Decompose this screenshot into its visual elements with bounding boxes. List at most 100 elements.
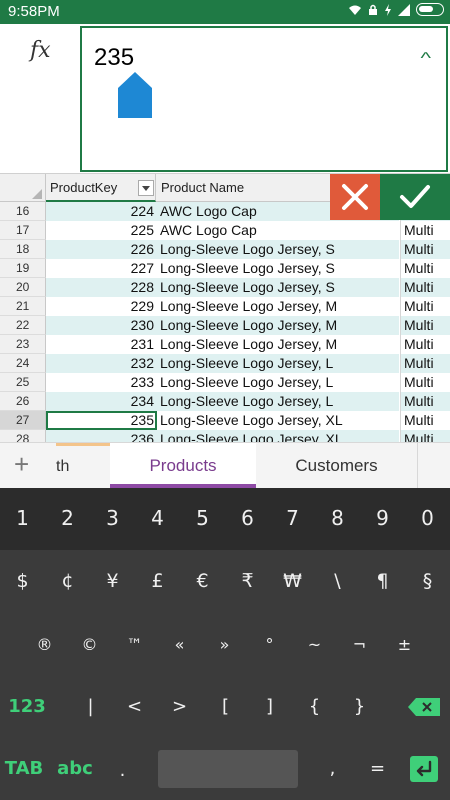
cursor-handle-icon[interactable]	[118, 72, 152, 118]
row-number[interactable]: 19	[0, 259, 46, 278]
key-2[interactable]: 2	[45, 506, 90, 530]
formula-input[interactable]: 235 ^	[80, 26, 448, 172]
cell-productname[interactable]: Long-Sleeve Logo Jersey, L	[157, 354, 399, 373]
cell-productname[interactable]: Long-Sleeve Logo Jersey, M	[157, 335, 399, 354]
key-less-than[interactable]: <	[112, 696, 157, 717]
add-sheet-button[interactable]: +	[14, 449, 29, 480]
tab-products[interactable]: Products	[110, 443, 256, 489]
cell-productname[interactable]: Long-Sleeve Logo Jersey, L	[157, 373, 399, 392]
cell-productkey[interactable]: 227	[46, 259, 157, 278]
key-dollar[interactable]: $	[0, 570, 45, 592]
key-8[interactable]: 8	[315, 506, 360, 530]
key-5[interactable]: 5	[180, 506, 225, 530]
cell-extra[interactable]: Multi	[400, 297, 450, 316]
row-number[interactable]: 16	[0, 202, 46, 221]
function-icon[interactable]: fx	[30, 38, 51, 63]
row-number[interactable]: 18	[0, 240, 46, 259]
key-trademark[interactable]: ™	[112, 635, 157, 654]
cell-productkey[interactable]: 236	[46, 430, 157, 442]
cell-productkey[interactable]: 231	[46, 335, 157, 354]
cell-productname[interactable]: Long-Sleeve Logo Jersey, XL	[157, 411, 399, 430]
row-number[interactable]: 17	[0, 221, 46, 240]
key-equals[interactable]: =	[355, 758, 400, 779]
cell-productname[interactable]: Long-Sleeve Logo Jersey, S	[157, 278, 399, 297]
selected-cell[interactable]: 235	[46, 411, 157, 430]
row-number[interactable]: 21	[0, 297, 46, 316]
key-right-brace[interactable]: }	[337, 696, 382, 717]
space-key[interactable]	[158, 750, 298, 788]
cell-extra[interactable]: Multi	[400, 278, 450, 297]
key-copyright[interactable]: ©	[67, 635, 112, 654]
tab-customers[interactable]: Customers	[256, 443, 418, 489]
row-number[interactable]: 25	[0, 373, 46, 392]
cell-extra[interactable]: Multi	[400, 221, 450, 240]
cell-extra[interactable]: Multi	[400, 354, 450, 373]
key-won[interactable]: ₩	[270, 570, 315, 592]
key-left-guillemet[interactable]: «	[157, 635, 202, 654]
key-backslash[interactable]: \	[315, 570, 360, 592]
cancel-button[interactable]	[330, 174, 380, 220]
key-cent[interactable]: ¢	[45, 570, 90, 592]
key-1[interactable]: 1	[0, 506, 45, 530]
row-number[interactable]: 24	[0, 354, 46, 373]
key-greater-than[interactable]: >	[157, 696, 202, 717]
key-degree[interactable]: °	[247, 635, 292, 654]
cell-productkey[interactable]: 233	[46, 373, 157, 392]
cell-productname[interactable]: Long-Sleeve Logo Jersey, XL	[157, 430, 399, 442]
row-number[interactable]: 26	[0, 392, 46, 411]
row-number[interactable]: 22	[0, 316, 46, 335]
collapse-chevron-icon[interactable]: ^	[421, 50, 432, 68]
key-tilde[interactable]: ~	[292, 635, 337, 654]
key-section[interactable]: §	[405, 570, 450, 592]
key-comma[interactable]: ,	[310, 758, 355, 779]
cell-extra[interactable]: Multi	[400, 411, 450, 430]
accept-button[interactable]	[380, 174, 450, 220]
cell-productname[interactable]: Long-Sleeve Logo Jersey, S	[157, 259, 399, 278]
row-number[interactable]: 28	[0, 430, 46, 442]
key-tab[interactable]: TAB	[2, 758, 46, 779]
formula-value[interactable]: 235	[94, 44, 134, 72]
cell-extra[interactable]: Multi	[400, 316, 450, 335]
key-4[interactable]: 4	[135, 506, 180, 530]
cell-productname[interactable]: Long-Sleeve Logo Jersey, M	[157, 297, 399, 316]
cell-extra[interactable]: Multi	[400, 240, 450, 259]
key-registered[interactable]: ®	[22, 635, 67, 654]
cell-productkey[interactable]: 232	[46, 354, 157, 373]
key-123-mode[interactable]: 123	[2, 696, 52, 717]
key-abc-mode[interactable]: abc	[53, 758, 97, 779]
cell-productkey[interactable]: 229	[46, 297, 157, 316]
key-6[interactable]: 6	[225, 506, 270, 530]
key-left-brace[interactable]: {	[292, 696, 337, 717]
key-pound[interactable]: £	[135, 570, 180, 592]
row-number[interactable]: 27	[0, 411, 46, 430]
key-7[interactable]: 7	[270, 506, 315, 530]
cell-extra[interactable]: Multi	[400, 335, 450, 354]
cell-productname[interactable]: Long-Sleeve Logo Jersey, M	[157, 316, 399, 335]
key-pilcrow[interactable]: ¶	[360, 570, 405, 592]
cell-productkey[interactable]: 225	[46, 221, 157, 240]
key-pipe[interactable]: |	[68, 696, 113, 717]
cell-productkey[interactable]: 230	[46, 316, 157, 335]
backspace-icon[interactable]	[408, 698, 440, 716]
cell-extra[interactable]: Multi	[400, 392, 450, 411]
cell-extra[interactable]: Multi	[400, 259, 450, 278]
key-9[interactable]: 9	[360, 506, 405, 530]
cell-productkey[interactable]: 226	[46, 240, 157, 259]
key-euro[interactable]: €	[180, 570, 225, 592]
key-rupee[interactable]: ₹	[225, 570, 270, 592]
key-right-bracket[interactable]: ]	[247, 696, 292, 717]
key-plus-minus[interactable]: ±	[382, 635, 427, 654]
cell-productname[interactable]: Long-Sleeve Logo Jersey, L	[157, 392, 399, 411]
filter-dropdown-icon[interactable]	[138, 180, 154, 196]
select-all-corner[interactable]	[0, 174, 46, 202]
row-number[interactable]: 23	[0, 335, 46, 354]
cell-productname[interactable]: AWC Logo Cap	[157, 221, 399, 240]
key-left-bracket[interactable]: [	[203, 696, 248, 717]
tab-previous-sheet[interactable]: th	[56, 443, 110, 489]
key-yen[interactable]: ¥	[90, 570, 135, 592]
key-0[interactable]: 0	[405, 506, 450, 530]
cell-productname[interactable]: Long-Sleeve Logo Jersey, S	[157, 240, 399, 259]
cell-productkey[interactable]: 224	[46, 202, 157, 221]
key-not[interactable]: ¬	[337, 635, 382, 654]
cell-productkey[interactable]: 234	[46, 392, 157, 411]
